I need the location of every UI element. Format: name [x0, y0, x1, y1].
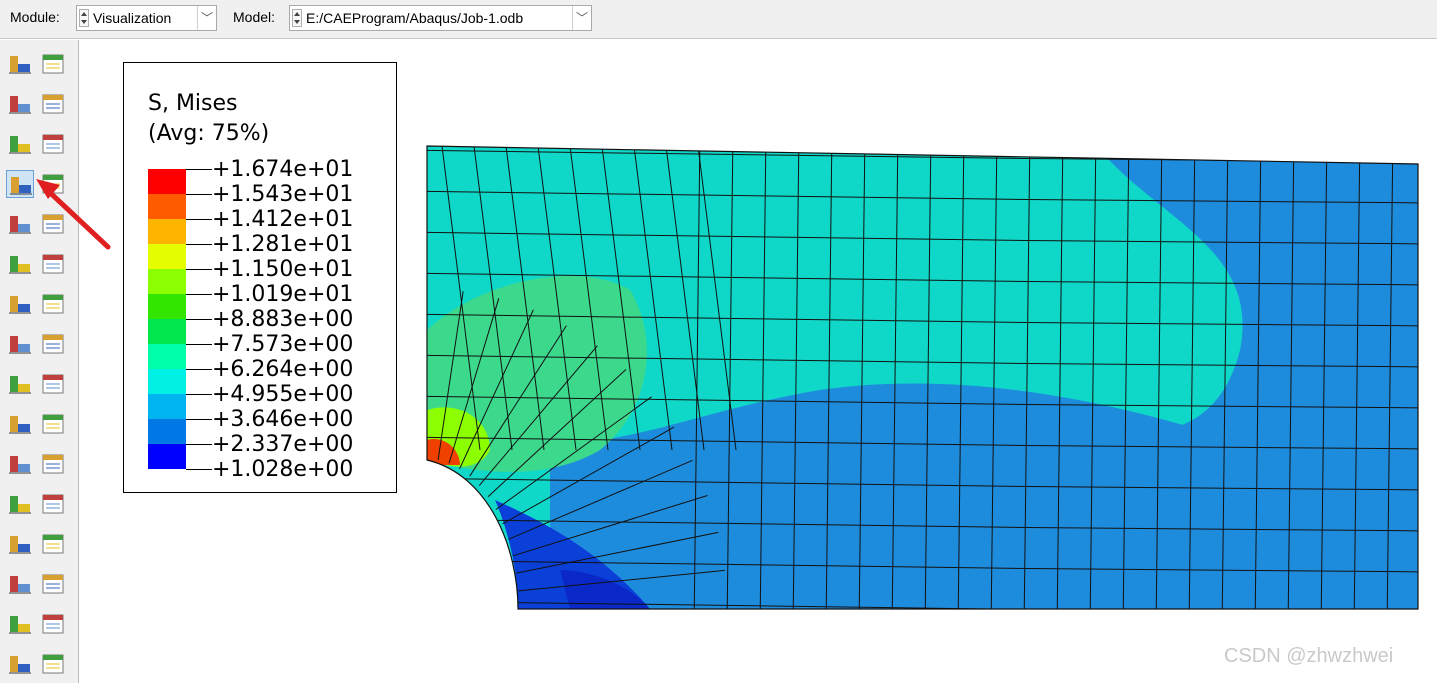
legend-band	[148, 419, 186, 444]
mesh-line	[1420, 130, 1426, 630]
visualization-toolbox	[0, 40, 79, 683]
legend-band	[148, 244, 186, 269]
deformed-shape-options-icon[interactable]	[39, 130, 67, 158]
animation-options-icon[interactable]	[39, 370, 67, 398]
xy-data-manager-icon[interactable]	[39, 410, 67, 438]
legend-value: +6.264e+00	[212, 357, 354, 382]
stream-plot-icon[interactable]	[6, 650, 34, 678]
legend-tick	[186, 444, 212, 445]
legend-tick	[186, 269, 212, 270]
view-cut-manager-icon[interactable]	[39, 530, 67, 558]
context-bar: Module: Visualization ﹀ Model: E:/CAEPro…	[0, 0, 1437, 39]
legend-value: +1.674e+01	[212, 157, 354, 182]
legend-tick	[186, 319, 212, 320]
free-body-cut-icon[interactable]	[6, 610, 34, 638]
display-group-icon[interactable]	[6, 570, 34, 598]
free-body-manager-icon[interactable]	[39, 610, 67, 638]
legend-value: +1.019e+01	[212, 282, 354, 307]
legend-band	[148, 319, 186, 344]
chevron-down-icon[interactable]: ﹀	[197, 6, 216, 30]
legend-band	[148, 394, 186, 419]
contour-legend: S, Mises (Avg: 75%) +1.674e+01 +1.543e+01…	[123, 62, 397, 493]
legend-tick	[186, 169, 212, 170]
legend-tick	[186, 394, 212, 395]
watermark: CSDN @zhwzhwei	[1224, 645, 1394, 667]
allow-multiple-plot-states-icon[interactable]	[6, 290, 34, 318]
model-spinner-icon[interactable]	[292, 9, 302, 27]
legend-band	[148, 219, 186, 244]
legend-band	[148, 169, 186, 194]
module-label: Module:	[10, 9, 60, 25]
legend-tick	[186, 219, 212, 220]
model-value: E:/CAEProgram/Abaqus/Job-1.odb	[306, 10, 524, 26]
create-path-icon[interactable]	[6, 490, 34, 518]
legend-band	[148, 444, 186, 469]
plot-xy-data-icon[interactable]	[6, 450, 34, 478]
legend-value: +3.646e+00	[212, 407, 354, 432]
legend-value: +7.573e+00	[212, 332, 354, 357]
superimpose-options-icon[interactable]	[39, 90, 67, 118]
legend-band	[148, 294, 186, 319]
odb-display-options-icon[interactable]	[6, 50, 34, 78]
legend-tick	[186, 469, 212, 470]
plot-undeformed-shape-icon[interactable]	[6, 90, 34, 118]
legend-title: S, Mises	[148, 91, 238, 116]
stream-manager-icon[interactable]	[39, 650, 67, 678]
legend-subtitle: (Avg: 75%)	[148, 121, 270, 146]
module-value: Visualization	[93, 10, 172, 26]
chevron-down-icon[interactable]: ﹀	[572, 6, 591, 30]
legend-tick	[186, 294, 212, 295]
legend-tick	[186, 369, 212, 370]
legend-band	[148, 194, 186, 219]
legend-value: +2.337e+00	[212, 432, 354, 457]
common-plot-options-icon[interactable]	[39, 50, 67, 78]
legend-band	[148, 269, 186, 294]
animate-scale-factor-icon[interactable]	[6, 330, 34, 358]
overlay-plot-icon[interactable]	[39, 290, 67, 318]
legend-value: +1.281e+01	[212, 232, 354, 257]
legend-band	[148, 344, 186, 369]
legend-tick	[186, 344, 212, 345]
legend-band	[148, 369, 186, 394]
legend-value: +1.150e+01	[212, 257, 354, 282]
legend-tick	[186, 419, 212, 420]
legend-value: +1.028e+00	[212, 457, 354, 482]
xy-plot-options-icon[interactable]	[39, 450, 67, 478]
stress-contour	[427, 146, 1418, 609]
module-combo[interactable]: Visualization ﹀	[76, 5, 217, 31]
module-spinner-icon[interactable]	[79, 9, 89, 27]
animate-time-history-icon[interactable]	[39, 330, 67, 358]
annotation-arrow-icon	[36, 179, 111, 250]
model-combo[interactable]: E:/CAEProgram/Abaqus/Job-1.odb ﹀	[289, 5, 592, 31]
legend-value: +8.883e+00	[212, 307, 354, 332]
legend-tick	[186, 194, 212, 195]
view-cut-icon[interactable]	[6, 530, 34, 558]
legend-tick	[186, 244, 212, 245]
legend-value: +1.543e+01	[212, 182, 354, 207]
display-group-manager-icon[interactable]	[39, 570, 67, 598]
legend-value: +1.412e+01	[212, 207, 354, 232]
create-xy-data-icon[interactable]	[6, 410, 34, 438]
legend-value: +4.955e+00	[212, 382, 354, 407]
animate-harmonic-icon[interactable]	[6, 370, 34, 398]
plot-path-icon[interactable]	[39, 490, 67, 518]
model-viewport[interactable]	[400, 130, 1437, 630]
model-label: Model:	[233, 9, 276, 25]
plot-deformed-shape-icon[interactable]	[6, 130, 34, 158]
